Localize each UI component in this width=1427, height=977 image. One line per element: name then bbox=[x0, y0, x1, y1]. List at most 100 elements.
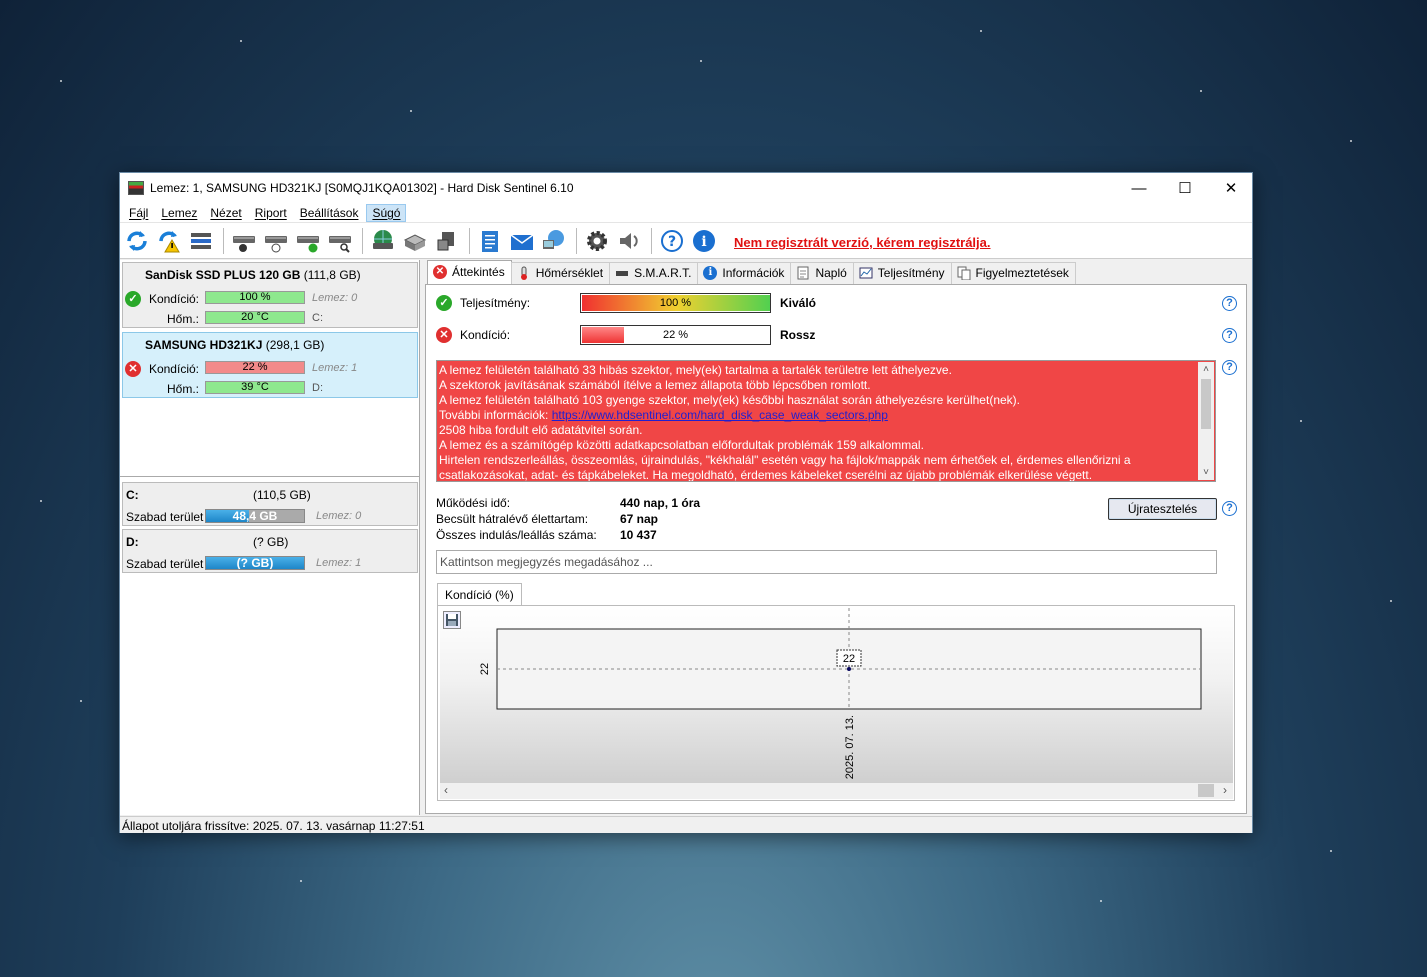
menu-view[interactable]: Nézet bbox=[205, 205, 246, 221]
disk-search-icon[interactable] bbox=[325, 226, 355, 256]
menu-disk[interactable]: Lemez bbox=[156, 205, 202, 221]
note-field[interactable]: Kattintson megjegyzés megadásához ... bbox=[436, 550, 1217, 574]
scroll-down-icon[interactable]: ˅ bbox=[1198, 465, 1214, 480]
refresh-icon[interactable] bbox=[122, 226, 152, 256]
free-space-bar: (? GB) bbox=[205, 556, 305, 570]
toolbar-separator bbox=[223, 227, 224, 254]
health-messages: A lemez felületén található 33 hibás sze… bbox=[436, 360, 1216, 482]
health-chart: 22 22 2025. 07. 13. ‹ › bbox=[437, 605, 1235, 801]
disk-list-panel: SanDisk SSD PLUS 120 GB (111,8 GB) ✓ Kon… bbox=[120, 260, 420, 815]
scroll-up-icon[interactable]: ˄ bbox=[1198, 362, 1214, 376]
network-disk-icon[interactable] bbox=[368, 226, 398, 256]
tab-smart[interactable]: S.M.A.R.T. bbox=[609, 262, 699, 284]
volume-item[interactable]: C: (110,5 GB) Szabad terület 48,4 GB Lem… bbox=[122, 482, 418, 526]
health-row: ✕ Kondíció: 22 % Rossz bbox=[436, 325, 1236, 345]
maximize-button[interactable]: ☐ bbox=[1162, 173, 1208, 203]
x-tick-label: 2025. 07. 13. bbox=[844, 715, 856, 779]
menu-report[interactable]: Riport bbox=[250, 205, 292, 221]
scroll-left-icon[interactable]: ‹ bbox=[444, 783, 448, 797]
status-ok-icon: ✓ bbox=[125, 291, 141, 307]
window-title: Lemez: 1, SAMSUNG HD321KJ [S0MQJ1KQA0130… bbox=[150, 181, 574, 195]
volume-item[interactable]: D: (? GB) Szabad terület (? GB) Lemez: 1 bbox=[122, 529, 418, 573]
y-tick-label: 22 bbox=[479, 663, 491, 675]
health-bar: 100 % bbox=[205, 291, 305, 304]
horizontal-scrollbar[interactable]: ‹ › bbox=[440, 783, 1233, 799]
disk-info-icon[interactable] bbox=[229, 226, 259, 256]
toolbar-separator bbox=[651, 227, 652, 254]
refresh-warning-icon[interactable] bbox=[154, 226, 184, 256]
disk-name: SanDisk SSD PLUS 120 GB (111,8 GB) bbox=[145, 268, 361, 282]
chart-icon bbox=[859, 266, 873, 280]
about-icon[interactable]: i bbox=[689, 226, 719, 256]
email-icon[interactable] bbox=[507, 226, 537, 256]
network-icon[interactable] bbox=[539, 226, 569, 256]
disk-item[interactable]: SanDisk SSD PLUS 120 GB (111,8 GB) ✓ Kon… bbox=[122, 262, 418, 328]
disk-stack-icon[interactable] bbox=[400, 226, 430, 256]
title-bar: Lemez: 1, SAMSUNG HD321KJ [S0MQJ1KQA0130… bbox=[120, 173, 1252, 203]
help-icon[interactable]: ? bbox=[1222, 360, 1237, 375]
scroll-thumb[interactable] bbox=[1201, 379, 1211, 429]
disk-check-icon[interactable] bbox=[293, 226, 323, 256]
toolbar: ? i Nem regisztrált verzió, kérem regisz… bbox=[120, 223, 1252, 259]
chart-plot: 22 22 2025. 07. 13. bbox=[479, 608, 1202, 779]
help-icon[interactable]: ? bbox=[657, 226, 687, 256]
disk-name: SAMSUNG HD321KJ (298,1 GB) bbox=[145, 338, 325, 352]
vertical-scrollbar[interactable]: ˄ ˅ bbox=[1198, 362, 1214, 480]
menu-bar: Fájl Lemez Nézet Riport Beállítások Súgó bbox=[120, 203, 1252, 223]
help-icon[interactable]: ? bbox=[1222, 501, 1237, 516]
performance-row: ✓ Teljesítmény: 100 % Kiváló bbox=[436, 293, 1236, 313]
report-icon[interactable] bbox=[475, 226, 505, 256]
performance-bar: 100 % bbox=[580, 293, 771, 313]
tab-health-chart[interactable]: Kondíció (%) bbox=[437, 583, 522, 605]
tab-performance[interactable]: Teljesítmény bbox=[852, 262, 952, 284]
more-info-link[interactable]: https://www.hdsentinel.com/hard_disk_cas… bbox=[552, 408, 888, 422]
info-icon: i bbox=[703, 266, 718, 280]
menu-help[interactable]: Súgó bbox=[366, 203, 407, 222]
temperature-bar: 39 °C bbox=[205, 381, 305, 394]
tab-temperature[interactable]: Hőmérséklet bbox=[510, 262, 611, 284]
divider bbox=[120, 476, 419, 477]
toolbar-separator bbox=[362, 227, 363, 254]
close-button[interactable]: ✕ bbox=[1208, 173, 1254, 203]
toolbar-separator bbox=[469, 227, 470, 254]
details-panel: ✕ Áttekintés Hőmérséklet S.M.A.R.T. i Info… bbox=[423, 260, 1251, 815]
tab-information[interactable]: i Információk bbox=[697, 262, 792, 284]
tab-alerts[interactable]: Figyelmeztetések bbox=[950, 262, 1076, 284]
sound-icon[interactable] bbox=[614, 226, 644, 256]
minimize-button[interactable]: — bbox=[1116, 173, 1162, 203]
status-bar: Állapot utoljára frissítve: 2025. 07. 13… bbox=[120, 816, 1252, 833]
temperature-bar: 20 °C bbox=[205, 311, 305, 324]
svg-text:?: ? bbox=[668, 234, 676, 250]
status-ok-icon: ✓ bbox=[436, 295, 452, 311]
thermometer-icon bbox=[517, 266, 531, 280]
smart-icon bbox=[615, 266, 629, 280]
tab-overview[interactable]: ✕ Áttekintés bbox=[427, 260, 512, 284]
health-bar: 22 % bbox=[580, 325, 771, 345]
status-error-icon: ✕ bbox=[436, 327, 452, 343]
settings-icon[interactable] bbox=[582, 226, 612, 256]
menu-settings[interactable]: Beállítások bbox=[295, 205, 364, 221]
status-error-icon: ✕ bbox=[433, 265, 447, 279]
help-icon[interactable]: ? bbox=[1222, 296, 1237, 311]
app-window: Lemez: 1, SAMSUNG HD321KJ [S0MQJ1KQA0130… bbox=[119, 172, 1253, 833]
scroll-right-icon[interactable]: › bbox=[1223, 783, 1227, 797]
scroll-thumb[interactable] bbox=[1198, 784, 1214, 797]
disk-item-selected[interactable]: SAMSUNG HD321KJ (298,1 GB) ✕ Kondíció: 2… bbox=[122, 332, 418, 398]
register-link[interactable]: Nem regisztrált verzió, kérem regisztrál… bbox=[734, 235, 991, 250]
health-bar: 22 % bbox=[205, 361, 305, 374]
disk-timer-icon[interactable] bbox=[261, 226, 291, 256]
retest-button[interactable]: Újratesztelés bbox=[1108, 498, 1217, 520]
help-icon[interactable]: ? bbox=[1222, 328, 1237, 343]
data-point bbox=[847, 667, 851, 671]
menu-file[interactable]: Fájl bbox=[124, 205, 153, 221]
app-icon bbox=[128, 181, 144, 195]
document-icon bbox=[796, 266, 810, 280]
status-error-icon: ✕ bbox=[125, 361, 141, 377]
data-label: 22 bbox=[843, 653, 855, 665]
disk-usb-icon[interactable] bbox=[432, 226, 462, 256]
tab-log[interactable]: Napló bbox=[790, 262, 854, 284]
tab-strip: ✕ Áttekintés Hőmérséklet S.M.A.R.T. i Info… bbox=[427, 260, 1076, 284]
free-space-bar: 48,4 GB bbox=[205, 509, 305, 523]
disk-list-icon[interactable] bbox=[186, 226, 216, 256]
overview-panel: ✓ Teljesítmény: 100 % Kiváló ✕ Kondíció:… bbox=[425, 284, 1247, 814]
